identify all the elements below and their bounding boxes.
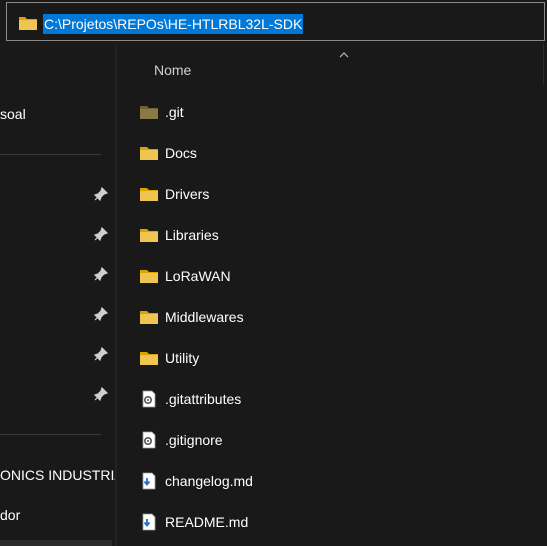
nav-separator	[0, 434, 101, 435]
file-row[interactable]: Drivers	[117, 176, 547, 212]
folder-icon	[140, 106, 158, 119]
file-row[interactable]: Utility	[117, 340, 547, 376]
pin-icon[interactable]	[94, 187, 108, 201]
file-name: Middlewares	[165, 309, 244, 325]
file-row[interactable]: Libraries	[117, 217, 547, 253]
file-name: Libraries	[165, 227, 219, 243]
file-name: .gitignore	[165, 432, 223, 448]
markdown-file-icon	[142, 513, 156, 531]
pin-icon[interactable]	[94, 387, 108, 401]
column-header-name[interactable]: Nome	[154, 62, 191, 78]
pin-icon[interactable]	[94, 227, 108, 241]
folder-icon	[140, 147, 158, 160]
file-name: .gitattributes	[165, 391, 242, 407]
file-row[interactable]: README.md	[117, 504, 547, 540]
folder-icon	[140, 229, 158, 242]
address-path[interactable]: C:\Projetos\REPOs\HE-HTLRBL32L-SDK	[43, 14, 304, 34]
nav-scroll-strip	[0, 540, 112, 546]
file-name: .git	[165, 104, 184, 120]
folder-icon	[19, 17, 37, 30]
folder-icon	[140, 270, 158, 283]
gear-file-icon	[142, 431, 156, 449]
pin-icon[interactable]	[94, 347, 108, 361]
file-row[interactable]: .gitattributes	[117, 381, 547, 417]
folder-icon	[140, 188, 158, 201]
markdown-file-icon	[142, 472, 156, 490]
file-row[interactable]: changelog.md	[117, 463, 547, 499]
column-divider[interactable]	[543, 44, 544, 84]
file-row[interactable]: LoRaWAN	[117, 258, 547, 294]
file-name: Utility	[165, 350, 200, 366]
file-row[interactable]: .gitignore	[117, 422, 547, 458]
gear-file-icon	[142, 390, 156, 408]
file-name: Docs	[165, 145, 197, 161]
file-row[interactable]: .git	[117, 94, 547, 130]
file-name: README.md	[165, 514, 249, 530]
sort-ascending-icon	[339, 52, 349, 58]
file-list: Nome .git Docs Drivers Libraries LoRaWAN…	[117, 44, 547, 546]
address-bar: C:\Projetos\REPOs\HE-HTLRBL32L-SDK	[0, 0, 547, 44]
folder-icon	[140, 311, 158, 324]
address-input[interactable]: C:\Projetos\REPOs\HE-HTLRBL32L-SDK	[6, 2, 545, 41]
nav-item-user[interactable]: dor	[0, 507, 20, 523]
file-row[interactable]: Middlewares	[117, 299, 547, 335]
nav-item-onedrive[interactable]: ONICS INDUSTRIA	[0, 467, 115, 483]
pin-icon[interactable]	[94, 267, 108, 281]
nav-separator	[0, 154, 101, 155]
navigation-pane: soal ONICS INDUSTRIA dor	[0, 44, 115, 546]
file-name: Drivers	[165, 186, 210, 202]
nav-item-personal[interactable]: soal	[0, 106, 26, 122]
file-name: LoRaWAN	[165, 268, 231, 284]
folder-icon	[140, 352, 158, 365]
file-name: changelog.md	[165, 473, 253, 489]
pin-icon[interactable]	[94, 307, 108, 321]
file-row[interactable]: Docs	[117, 135, 547, 171]
